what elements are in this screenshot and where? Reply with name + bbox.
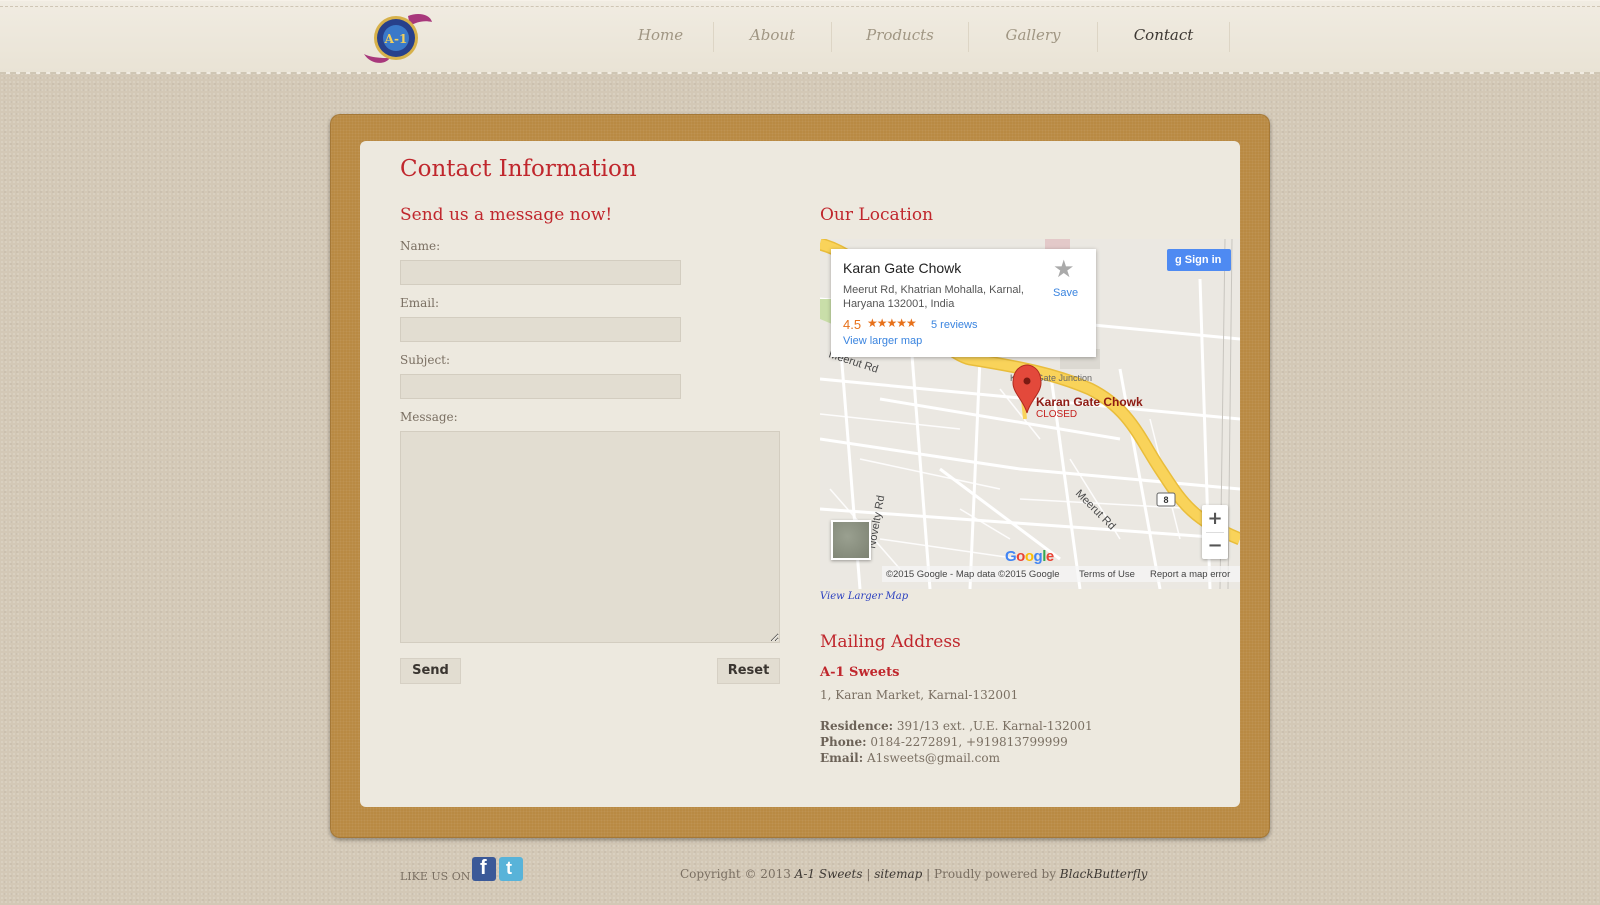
place-address: Meerut Rd, Khatrian Mohalla, Karnal, Har… bbox=[843, 284, 1024, 310]
page-title: Contact Information bbox=[400, 156, 637, 182]
phone-value: 0184-2272891, +919813799999 bbox=[870, 735, 1068, 749]
nav-products[interactable]: Products bbox=[832, 22, 969, 52]
google-logo[interactable]: Google bbox=[1005, 548, 1054, 565]
message-label: Message: bbox=[400, 410, 458, 424]
sitemap-label: sitemap bbox=[874, 867, 923, 881]
map-embed[interactable]: Meerut Rd Meerut Rd Novelty Rd Karan Gat… bbox=[820, 239, 1240, 589]
mailing-heading: Mailing Address bbox=[820, 632, 961, 652]
nav-gallery[interactable]: Gallery bbox=[969, 22, 1098, 52]
name-field[interactable] bbox=[400, 260, 681, 285]
powered-by-link[interactable]: BlackButterfly bbox=[1060, 867, 1148, 881]
place-name: Karan Gate Chowk bbox=[843, 260, 962, 276]
residence-label: Residence: bbox=[820, 719, 894, 733]
save-star-icon[interactable]: ★ bbox=[1053, 255, 1075, 284]
email-line: Email: A1sweets@gmail.com bbox=[820, 751, 1000, 765]
phone-label: Phone: bbox=[820, 735, 867, 749]
marker-title: Karan Gate Chowk bbox=[1036, 395, 1143, 409]
location-heading: Our Location bbox=[820, 205, 934, 225]
phone-line: Phone: 0184-2272891, +919813799999 bbox=[820, 735, 1068, 749]
company-address: 1, Karan Market, Karnal-132001 bbox=[820, 688, 1019, 702]
road-label: Meerut Rd bbox=[1073, 488, 1118, 533]
like-us-label: LIKE US ON bbox=[400, 870, 471, 883]
marker-status: CLOSED bbox=[1036, 409, 1077, 420]
copyright-text: Copyright © 2013 bbox=[680, 867, 791, 881]
nav-home[interactable]: Home bbox=[608, 22, 714, 52]
email-value: A1sweets@gmail.com bbox=[867, 751, 1000, 765]
svg-text:A-1: A-1 bbox=[384, 32, 408, 46]
message-field[interactable] bbox=[400, 431, 780, 643]
footer-separator: | bbox=[862, 867, 875, 881]
zoom-out-button[interactable]: − bbox=[1202, 532, 1228, 559]
company-name: A-1 Sweets bbox=[820, 665, 900, 680]
map-sign-in-button[interactable]: g Sign in bbox=[1167, 249, 1231, 271]
place-rating: 4.5 bbox=[843, 317, 862, 332]
google-g-icon: g bbox=[1175, 254, 1182, 266]
place-card: Karan Gate Chowk Meerut Rd, Khatrian Moh… bbox=[831, 249, 1096, 357]
subject-label: Subject: bbox=[400, 353, 451, 367]
email-label-contact: Email: bbox=[820, 751, 864, 765]
view-larger-map-link[interactable]: View larger map bbox=[843, 335, 922, 347]
residence-value: 391/13 ext. ,U.E. Karnal-132001 bbox=[896, 719, 1093, 733]
site-logo[interactable]: A-1 bbox=[360, 10, 436, 66]
terms-link[interactable]: Terms of Use bbox=[1079, 569, 1135, 580]
zoom-in-button[interactable]: + bbox=[1202, 505, 1228, 532]
zoom-control: + − bbox=[1202, 505, 1228, 559]
facebook-icon[interactable]: f bbox=[472, 857, 496, 881]
name-label: Name: bbox=[400, 239, 441, 253]
footer-company: A-1 Sweets bbox=[794, 867, 863, 881]
subject-field[interactable] bbox=[400, 374, 681, 399]
sign-in-label: Sign in bbox=[1184, 254, 1222, 266]
nav-contact[interactable]: Contact bbox=[1098, 22, 1230, 52]
sitemap-link[interactable]: sitemap bbox=[874, 867, 922, 881]
save-link[interactable]: Save bbox=[1053, 287, 1078, 299]
report-error-link[interactable]: Report a map error bbox=[1150, 569, 1230, 580]
map-attribution: ©2015 Google - Map data ©2015 Google bbox=[886, 569, 1060, 580]
email-field[interactable] bbox=[400, 317, 681, 342]
view-larger-map-link-below[interactable]: View Larger Map bbox=[820, 591, 908, 602]
site-header: A-1 Home About Products Gallery Contact bbox=[0, 0, 1600, 74]
reviews-link[interactable]: 5 reviews bbox=[931, 319, 977, 331]
highway-shield: 8 bbox=[1163, 495, 1168, 505]
twitter-icon[interactable]: t bbox=[499, 857, 523, 881]
satellite-toggle[interactable] bbox=[831, 520, 871, 560]
residence-line: Residence: 391/13 ext. ,U.E. Karnal-1320… bbox=[820, 719, 1093, 733]
send-button[interactable]: Send bbox=[400, 658, 461, 684]
footer-copyright: Copyright © 2013 A-1 Sweets | sitemap | … bbox=[680, 867, 1147, 881]
nav-about[interactable]: About bbox=[714, 22, 832, 52]
main-nav: Home About Products Gallery Contact bbox=[608, 22, 1230, 52]
map-attribution-bar: ©2015 Google - Map data ©2015 Google Ter… bbox=[820, 566, 1240, 582]
email-label: Email: bbox=[400, 296, 440, 310]
powered-by-label: BlackButterfly bbox=[1059, 867, 1148, 881]
rating-stars-icon: ★★★★★ bbox=[867, 316, 917, 330]
form-heading: Send us a message now! bbox=[400, 205, 613, 225]
powered-text: | Proudly powered by bbox=[922, 867, 1060, 881]
reset-button[interactable]: Reset bbox=[717, 658, 780, 684]
